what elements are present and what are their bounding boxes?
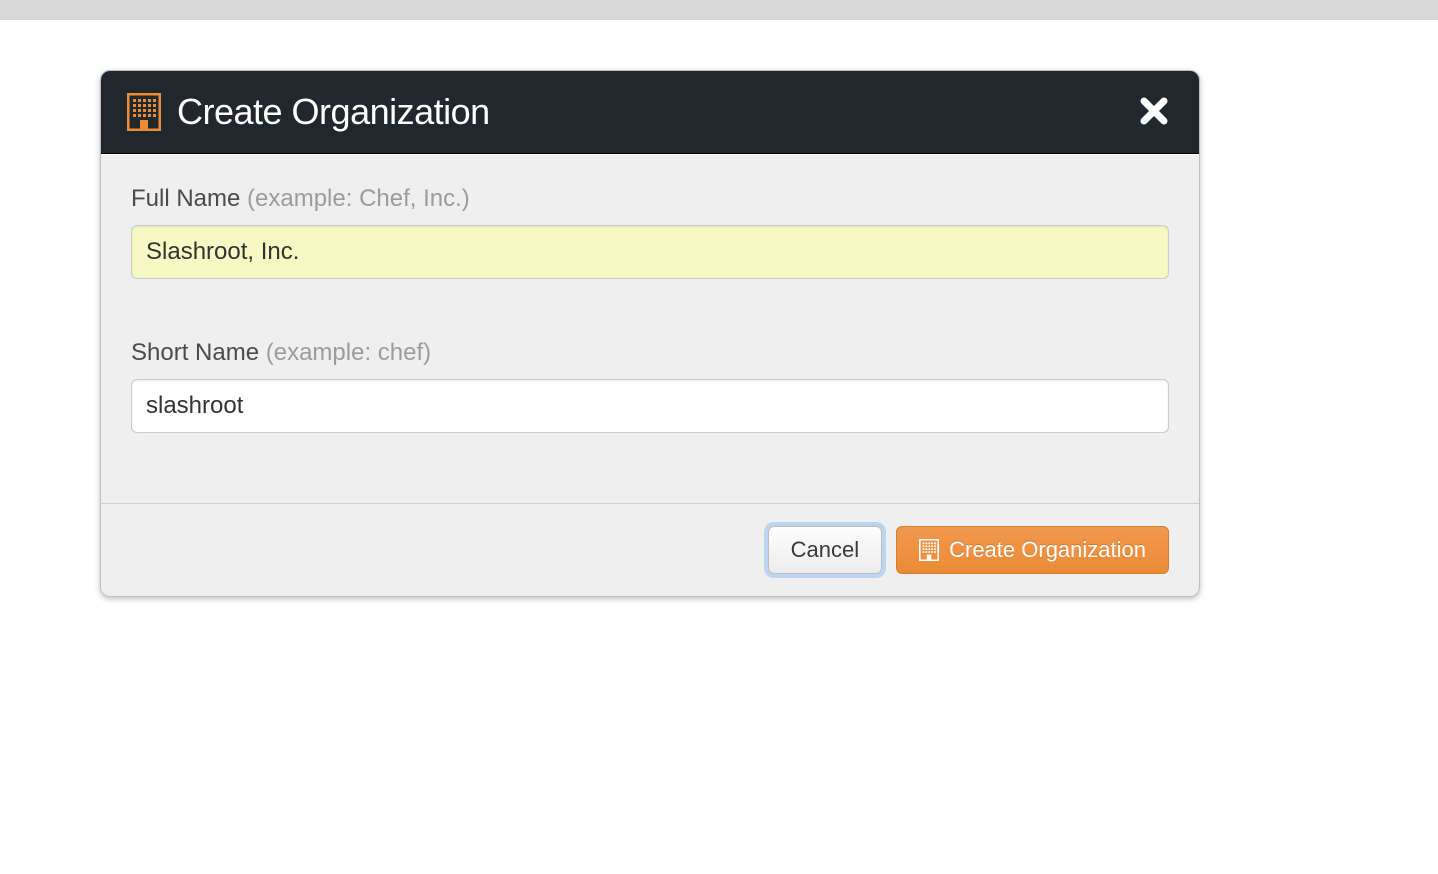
full-name-hint: (example: Chef, Inc.) <box>247 185 470 212</box>
close-button[interactable] <box>1135 92 1173 133</box>
short-name-label-row: Short Name (example: chef) <box>131 339 1169 367</box>
cancel-button[interactable]: Cancel <box>768 526 882 574</box>
short-name-field: Short Name (example: chef) <box>131 339 1169 433</box>
short-name-label: Short Name <box>131 339 259 366</box>
building-icon <box>919 539 939 561</box>
create-organization-button-label: Create Organization <box>949 537 1146 563</box>
building-icon <box>127 93 161 131</box>
full-name-input[interactable] <box>131 225 1169 279</box>
modal-footer: Cancel Create Organization <box>101 503 1199 596</box>
close-icon <box>1139 96 1169 126</box>
short-name-input[interactable] <box>131 379 1169 433</box>
short-name-hint: (example: chef) <box>266 339 431 366</box>
modal-header: Create Organization <box>101 71 1199 154</box>
cancel-button-label: Cancel <box>791 537 859 563</box>
modal-title: Create Organization <box>127 91 490 133</box>
page-chrome-bar <box>0 0 1438 20</box>
create-organization-modal: Create Organization Full Name (example: … <box>100 70 1200 597</box>
full-name-label: Full Name <box>131 185 240 212</box>
modal-body: Full Name (example: Chef, Inc.) Short Na… <box>101 154 1199 503</box>
create-organization-button[interactable]: Create Organization <box>896 526 1169 574</box>
modal-title-text: Create Organization <box>177 91 490 133</box>
full-name-label-row: Full Name (example: Chef, Inc.) <box>131 185 1169 213</box>
full-name-field: Full Name (example: Chef, Inc.) <box>131 185 1169 279</box>
